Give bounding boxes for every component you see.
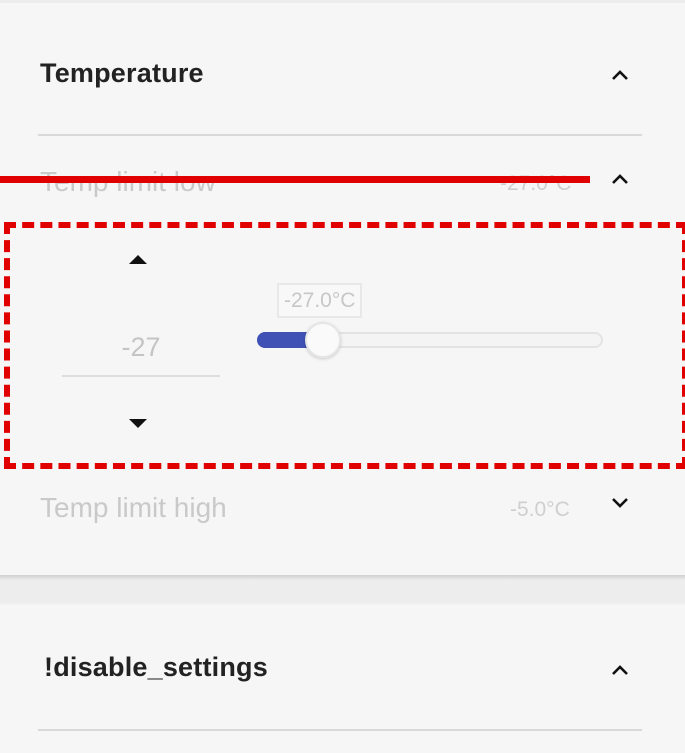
card-gap [0,580,685,604]
card-edge [0,603,685,605]
chevron-up-icon[interactable] [611,661,629,679]
settings-screen: Temperature Temp limit low -27.0°C -27 -… [0,0,685,753]
temperature-section-title[interactable]: Temperature [40,58,204,89]
disable-settings-section-title[interactable]: !disable_settings [44,652,268,683]
top-divider [0,0,685,3]
chevron-up-icon[interactable] [611,170,629,188]
annotation-highlight-box [4,222,685,469]
chevron-up-icon[interactable] [611,66,629,84]
temp-limit-high-label[interactable]: Temp limit high [40,492,227,524]
temp-limit-high-value: -5.0°C [510,498,570,521]
annotation-strike-line [0,176,590,183]
section-divider [38,729,642,731]
section-divider [38,134,642,136]
chevron-down-icon[interactable] [611,494,629,512]
